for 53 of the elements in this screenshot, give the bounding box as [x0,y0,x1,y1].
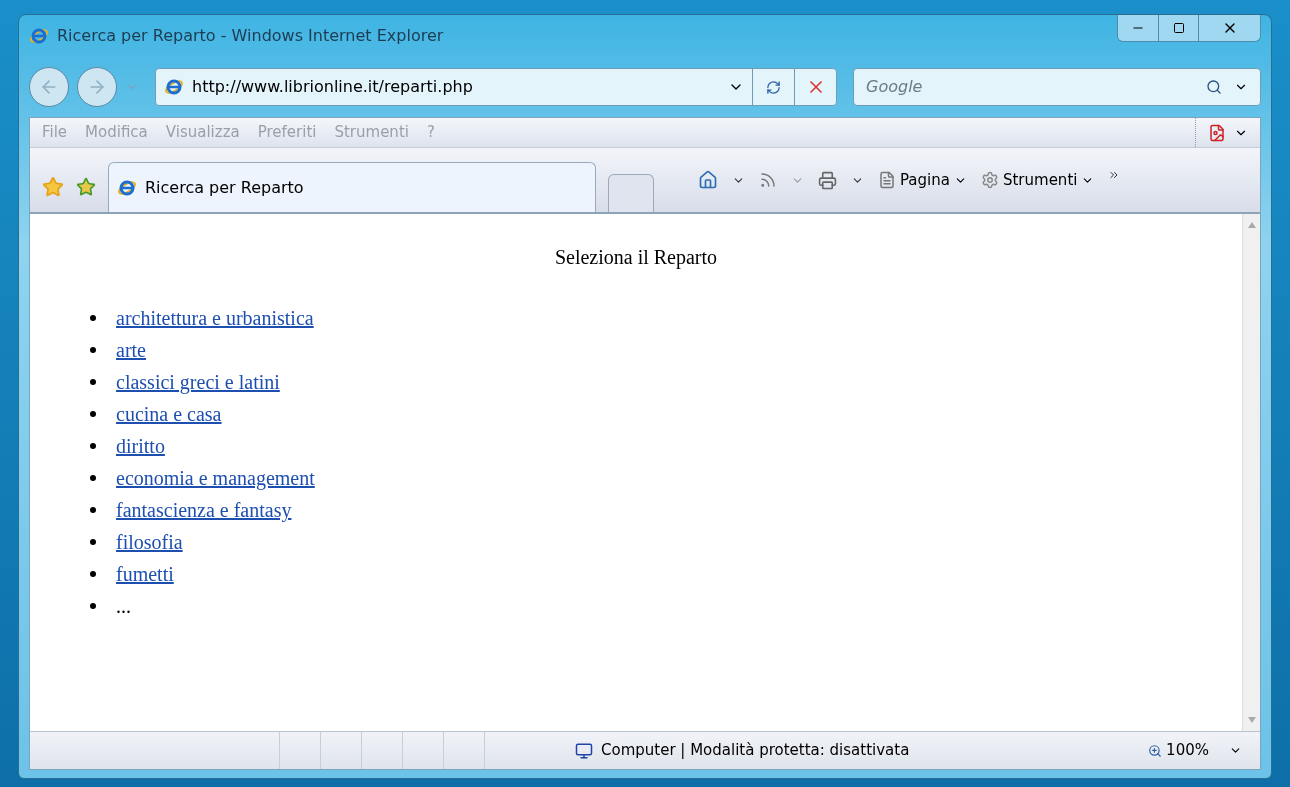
gear-icon [980,171,999,189]
window-title: Ricerca per Reparto - Windows Internet Explorer [57,25,444,47]
print-icon[interactable] [818,170,837,190]
category-link[interactable]: filosofia [116,527,183,557]
feed-icon[interactable] [759,171,777,189]
maximize-button[interactable] [1158,15,1198,41]
home-icon[interactable] [698,170,718,190]
category-link[interactable]: fumetti [116,559,174,589]
bullet-icon [90,539,96,545]
forward-button[interactable] [77,67,117,107]
category-link[interactable]: cucina e casa [116,399,222,429]
scroll-down-icon[interactable] [1247,717,1256,723]
page-menu-button[interactable]: Pagina [878,168,967,192]
page-heading: Seleziona il Reparto [554,245,718,271]
bullet-icon [90,571,96,577]
refresh-icon [766,79,781,95]
vertical-scrollbar[interactable] [1242,214,1260,731]
category-link[interactable]: diritto [116,431,165,461]
category-link[interactable]: economia e management [116,463,315,493]
bullet-icon [90,315,96,321]
address-text: http://www.librionline.it/reparti.php [192,76,474,98]
zoom-icon [1148,743,1163,758]
category-link[interactable]: architettura e urbanistica [116,303,314,333]
bullet-icon [90,475,96,481]
zoom-button[interactable]: 100% [1148,739,1260,762]
address-field[interactable]: http://www.librionline.it/reparti.php [155,68,837,106]
browser-logo-icon [29,26,49,46]
bullet-icon [90,507,96,513]
bullet-icon [90,347,96,353]
new-tab-button[interactable] [608,174,654,212]
tools-menu-button[interactable]: Strumenti [980,168,1095,192]
browser-logo-icon [164,77,184,97]
close-button[interactable] [1198,15,1260,41]
bullet-icon [90,603,96,609]
browser-tab[interactable]: Ricerca per Reparto [108,162,596,212]
bullet-icon [90,411,96,417]
page-icon [878,171,896,189]
bullet-icon [90,443,96,449]
category-link[interactable]: fantascienza e fantasy [116,495,292,525]
add-favorite-icon[interactable] [76,177,96,197]
favorites-star-icon[interactable] [42,176,64,198]
scroll-up-icon[interactable] [1247,222,1256,228]
bullet-icon [90,379,96,385]
back-button[interactable] [29,67,69,107]
search-input[interactable]: Google [866,75,1206,99]
security-zone-text[interactable]: Computer | Modalità protetta: disattivata [601,739,910,762]
category-link[interactable]: arte [116,335,146,365]
list-text: ... [116,594,131,619]
search-icon[interactable] [1206,79,1222,95]
computer-icon [575,741,593,760]
category-link[interactable]: classici greci e latini [116,367,280,397]
search-field[interactable]: Google [853,68,1261,106]
maximize-icon [1172,22,1185,34]
